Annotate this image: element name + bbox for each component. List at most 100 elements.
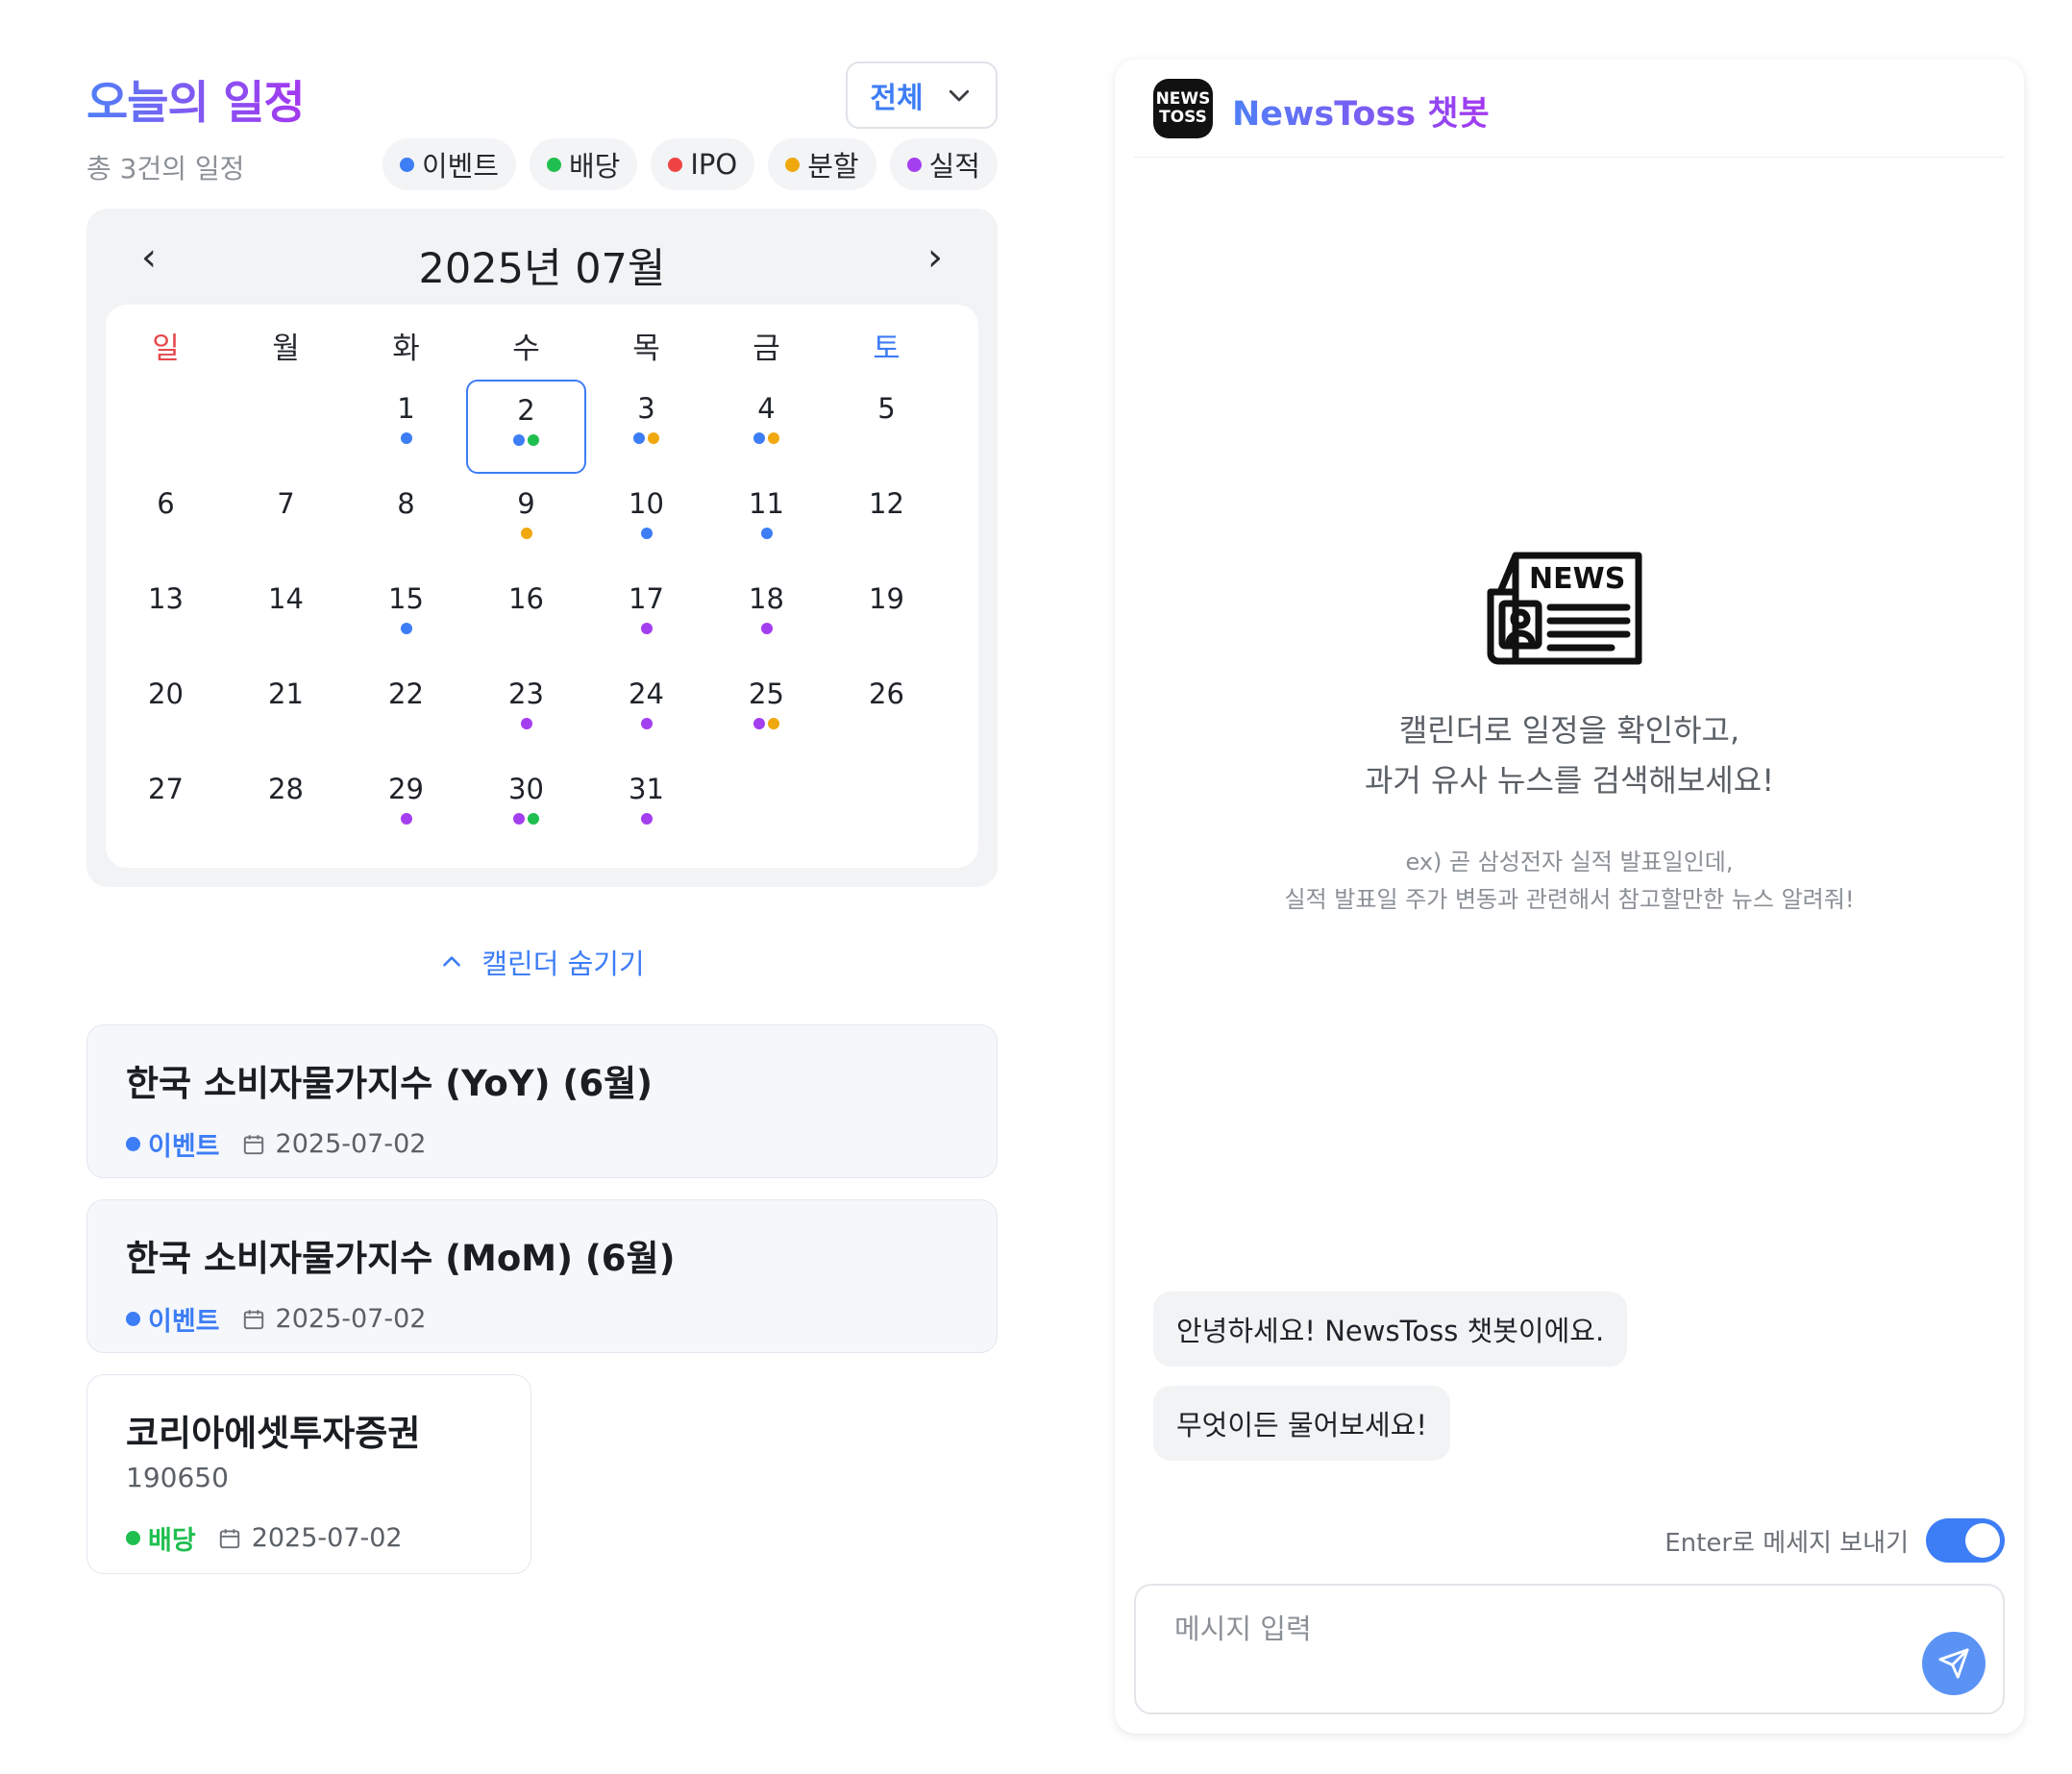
event-dots (106, 528, 226, 539)
event-dots (226, 623, 346, 634)
calendar-day[interactable]: 12 (826, 475, 947, 569)
svg-text:NEWS: NEWS (1529, 562, 1625, 596)
event-dot (633, 432, 645, 444)
next-month-button[interactable]: › (911, 235, 959, 280)
weekday-fri: 금 (752, 332, 780, 366)
calendar-day[interactable]: 19 (826, 570, 947, 664)
chatbot-header: NEWS TOSS NewsToss 챗봇 (1134, 60, 2005, 158)
calendar-day[interactable]: 21 (226, 665, 346, 759)
calendar-day-number: 21 (268, 678, 304, 710)
event-dot (513, 434, 525, 446)
calendar-day-number: 17 (629, 582, 664, 615)
calendar-day[interactable]: 11 (706, 475, 826, 569)
calendar-day[interactable]: 26 (826, 665, 947, 759)
calendar-day[interactable]: 13 (106, 570, 226, 664)
calendar-day[interactable]: 15 (346, 570, 466, 664)
event-dot (640, 718, 653, 729)
legend-chip-event[interactable]: 이벤트 (382, 138, 516, 190)
event-dots (346, 528, 466, 539)
weekday-mon: 월 (272, 332, 300, 366)
calendar-day[interactable]: 24 (586, 665, 706, 759)
calendar-day[interactable]: 2 (466, 380, 586, 474)
calendar-header: ‹ 2025년 07월 › (86, 235, 998, 293)
calendar-day[interactable]: 14 (226, 570, 346, 664)
calendar-day-number: 6 (157, 487, 175, 520)
event-dots (586, 718, 706, 729)
calendar-day[interactable]: 20 (106, 665, 226, 759)
newstoss-logo: NEWS TOSS (1153, 79, 1213, 138)
legend-dot (547, 157, 561, 172)
legend-chip-earnings[interactable]: 실적 (889, 138, 998, 190)
legend-chip-split[interactable]: 분할 (768, 138, 876, 190)
event-title: 한국 소비자물가지수 (YoY) (6월) (126, 1063, 654, 1104)
calendar-day-number: 30 (508, 773, 544, 805)
enter-to-send-toggle[interactable] (1926, 1518, 2005, 1563)
hide-calendar-button[interactable]: 캘린더 숨기기 (86, 942, 998, 982)
intro-line: 캘린더로 일정을 확인하고, (1398, 712, 1740, 749)
legend-chip-dividend[interactable]: 배당 (530, 138, 638, 190)
calendar-day[interactable]: 23 (466, 665, 586, 759)
event-dots (826, 623, 947, 634)
event-dot (753, 432, 765, 444)
event-dot (528, 434, 539, 446)
calendar-day[interactable]: 28 (226, 760, 346, 854)
event-dot (760, 623, 773, 634)
calendar-day[interactable]: 18 (706, 570, 826, 664)
legend-label: 분할 (807, 150, 859, 183)
message-input-box (1134, 1584, 2005, 1714)
calendar-day[interactable]: 30 (466, 760, 586, 854)
calendar-day[interactable]: 27 (106, 760, 226, 854)
calendar-day[interactable]: 6 (106, 475, 226, 569)
calendar-day[interactable]: 7 (226, 475, 346, 569)
calendar-day-number: 19 (869, 582, 904, 615)
send-button[interactable] (1922, 1632, 1986, 1695)
event-dots (706, 432, 826, 444)
message-input[interactable] (1174, 1607, 1905, 1684)
calendar-day[interactable]: 31 (586, 760, 706, 854)
calendar-day[interactable]: 25 (706, 665, 826, 759)
example-line: ex) 곧 삼성전자 실적 발표일인데, (1405, 849, 1734, 875)
event-date-text: 2025-07-02 (251, 1523, 403, 1553)
event-dots (826, 432, 947, 444)
event-category: 이벤트 (148, 1132, 220, 1162)
calendar-day[interactable]: 8 (346, 475, 466, 569)
calendar-day[interactable]: 16 (466, 570, 586, 664)
event-card[interactable]: 한국 소비자물가지수 (MoM) (6월) 이벤트 2025-07-02 (86, 1199, 998, 1353)
legend-label: 이벤트 (421, 150, 499, 183)
calendar-day[interactable]: 22 (346, 665, 466, 759)
weekday-thu: 목 (632, 332, 660, 366)
event-card[interactable]: 코리아에셋투자증권 190650 배당 2025-07-02 (86, 1374, 531, 1574)
event-dot (753, 718, 765, 729)
event-dots (346, 718, 466, 729)
event-dots (346, 623, 466, 634)
event-dots (586, 432, 706, 444)
calendar-day[interactable]: 17 (586, 570, 706, 664)
event-title: 코리아에셋투자증권 (126, 1413, 421, 1454)
weekday-tue: 화 (392, 332, 420, 366)
event-dot (640, 528, 653, 539)
weekday-sun: 일 (152, 332, 180, 366)
event-dot (513, 813, 525, 825)
category-filter-select[interactable]: 전체 (846, 62, 998, 129)
calendar-day[interactable]: 5 (826, 380, 947, 474)
bot-message: 안녕하세요! NewsToss 챗봇이에요. (1153, 1292, 1628, 1367)
calendar-day[interactable]: 1 (346, 380, 466, 474)
chevron-up-icon (443, 956, 461, 967)
calendar-day-number: 10 (629, 487, 664, 520)
newspaper-icon: NEWS (1487, 552, 1642, 665)
hide-calendar-label: 캘린더 숨기기 (481, 948, 645, 980)
toggle-knob (1965, 1523, 2000, 1558)
calendar-day-number: 4 (757, 392, 776, 425)
event-dots (106, 718, 226, 729)
legend-dot (668, 157, 683, 172)
legend-chip-ipo[interactable]: IPO (651, 138, 755, 190)
event-card[interactable]: 한국 소비자물가지수 (YoY) (6월) 이벤트 2025-07-02 (86, 1024, 998, 1178)
calendar-day-number: 7 (277, 487, 295, 520)
calendar-day[interactable]: 9 (466, 475, 586, 569)
calendar-day[interactable]: 3 (586, 380, 706, 474)
chatbot-panel: NEWS TOSS NewsToss 챗봇 NEWS 캘린더로 일정을 확인하고,… (1115, 60, 2024, 1734)
calendar-day-number: 3 (637, 392, 655, 425)
calendar-day[interactable]: 29 (346, 760, 466, 854)
calendar-day[interactable]: 10 (586, 475, 706, 569)
calendar-day[interactable]: 4 (706, 380, 826, 474)
